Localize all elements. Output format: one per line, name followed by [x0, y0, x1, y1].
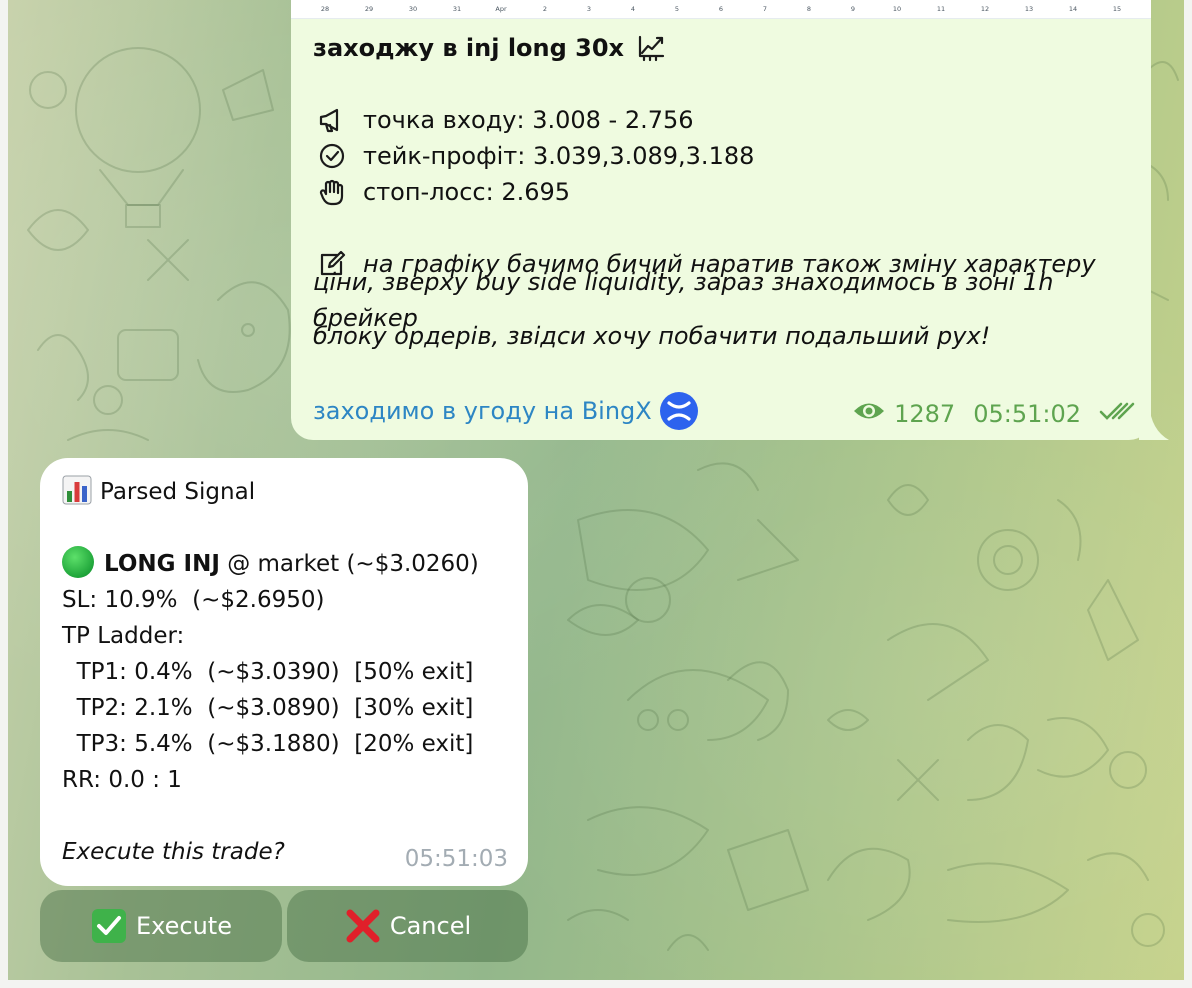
cancel-label[interactable]: Cancel: [390, 912, 471, 940]
chart-tick-label: 8: [806, 5, 812, 13]
chart-tick-label: 4: [630, 5, 636, 13]
tp2-row: TP2: 2.1% (~$3.0890) [30% exit]: [62, 695, 474, 721]
chart-tick-label: 6: [718, 5, 724, 13]
bot-text: Parsed Signal LONG INJ @ market (~$3.026…: [62, 474, 522, 870]
signal-entry: @ market (~$3.0260): [219, 551, 479, 577]
entry-line: точка входу: 3.008 - 2.756: [313, 102, 1133, 138]
chart-tick-label: 30: [408, 5, 418, 13]
chart-tick-label: 10: [892, 5, 902, 13]
chart-image-bottom[interactable]: 28 29 30 31 Apr 2 3 4 5 6 7 8 9 10 11 12 13 14 15: [291, 0, 1151, 19]
execute-button[interactable]: Execute: [40, 890, 282, 962]
chart-tick-label: 5: [674, 5, 680, 13]
chart-tick-label: 3: [586, 5, 592, 13]
bar-chart-icon: [62, 474, 92, 506]
post-title: заходжу в inj long 30x: [313, 34, 625, 62]
tp-ladder-header: TP Ladder:: [62, 623, 185, 649]
double-check-icon: [1099, 400, 1137, 428]
tp1-row: TP1: 0.4% (~$3.0390) [50% exit]: [62, 659, 474, 685]
chart-tick-label: 14: [1068, 5, 1078, 13]
analysis-text-3: блоку ордерів, звідси хочу побачити пода…: [313, 322, 991, 350]
window-left-edge: [0, 0, 8, 988]
chart-tick-label: 29: [364, 5, 374, 13]
post-text: заходжу в inj long 30x точка входу: 3.00…: [313, 30, 1133, 354]
chart-tick-label: 11: [936, 5, 946, 13]
check-mark-button-icon: [90, 907, 128, 945]
stop-loss-line: стоп-лосс: 2.695: [313, 174, 1133, 210]
signal-side: LONG INJ: [104, 551, 220, 577]
megaphone-icon: [317, 106, 347, 134]
execute-label[interactable]: Execute: [136, 912, 232, 940]
bingx-logo-icon: [659, 392, 698, 430]
chart-tick-label: 12: [980, 5, 990, 13]
channel-post-bubble: 28 29 30 31 Apr 2 3 4 5 6 7 8 9 10 11 12 13 14 15 заходжу …: [291, 0, 1151, 440]
raised-hand-icon: [317, 178, 347, 206]
post-meta: 1287 05:51:02: [852, 400, 1137, 428]
chart-tick-label: 28: [320, 5, 330, 13]
analysis-line-2: ціни, зверху buy side liquidity, зараз з…: [313, 268, 1133, 332]
take-profit-line: тейк-профіт: 3.039,3.089,3.188: [313, 138, 1133, 174]
green-circle-icon: [62, 545, 94, 578]
stop-loss-summary: SL: 10.9% (~$2.6950): [62, 587, 325, 613]
view-count: 1287: [894, 400, 956, 428]
chart-tick-label: 9: [850, 5, 856, 13]
post-time: 05:51:02: [973, 400, 1081, 428]
chart-tick-label: Apr: [495, 5, 507, 13]
bot-message-time: 05:51:03: [404, 846, 508, 872]
take-profit-text: тейк-профіт: 3.039,3.089,3.188: [363, 142, 755, 170]
tp3-row: TP3: 5.4% (~$3.1880) [20% exit]: [62, 731, 474, 757]
risk-reward: RR: 0.0 : 1: [62, 767, 182, 793]
eye-icon: [852, 400, 894, 428]
check-circle-icon: [317, 142, 347, 170]
bingx-link[interactable]: заходимо в угоду на BingX: [313, 392, 698, 430]
cross-mark-icon: [344, 907, 382, 945]
entry-text: точка входу: 3.008 - 2.756: [363, 106, 694, 134]
window-right-edge: [1184, 0, 1192, 988]
chart-date-axis: 28 29 30 31 Apr 2 3 4 5 6 7 8 9 10 11 12 13 14 15: [291, 0, 1151, 18]
chart-tick-label: 13: [1024, 5, 1034, 13]
chart-tick-label: 15: [1112, 5, 1122, 13]
bingx-link-text[interactable]: заходимо в угоду на BingX: [313, 397, 652, 425]
stop-loss-text: стоп-лосс: 2.695: [363, 178, 571, 206]
bot-reply-bubble: Parsed Signal LONG INJ @ market (~$3.026…: [40, 458, 528, 886]
window-bottom-edge: [0, 980, 1192, 988]
chart-tick-label: 31: [452, 5, 462, 13]
execute-question: Execute this trade?: [62, 839, 285, 865]
chart-increasing-icon: [636, 34, 666, 62]
chart-tick-label: 2: [542, 5, 548, 13]
parsed-signal-title: Parsed Signal: [100, 479, 256, 505]
cancel-button[interactable]: Cancel: [287, 890, 528, 962]
bubble-tail: [1139, 404, 1169, 440]
chart-tick-label: 7: [762, 5, 768, 13]
